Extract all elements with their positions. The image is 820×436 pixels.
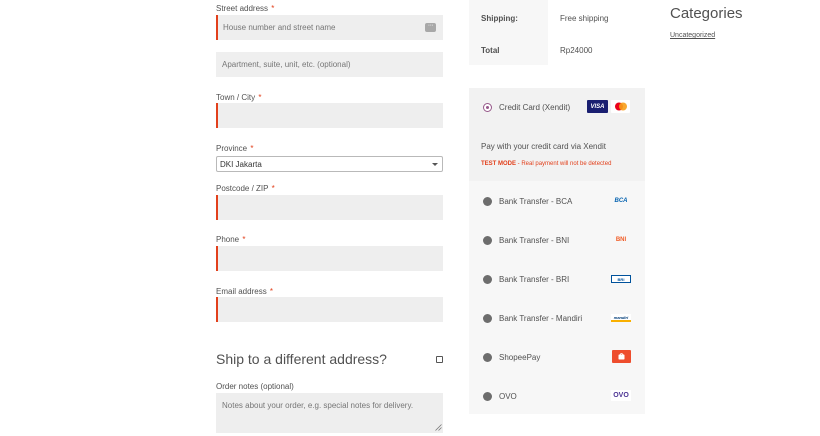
required-mark: * <box>269 287 274 296</box>
ship-different-checkbox[interactable] <box>436 356 443 363</box>
province-label: Province * <box>216 144 254 153</box>
shopeepay-radio[interactable] <box>483 353 492 362</box>
categories-heading: Categories <box>670 5 743 22</box>
bri-label: Bank Transfer - BRI <box>499 275 570 284</box>
ovo-logo-icon: OVO <box>611 390 631 401</box>
bni-logo-icon: BNI <box>615 237 627 243</box>
credit-card-radio[interactable] <box>483 103 492 112</box>
credit-card-label: Credit Card (Xendit) <box>499 103 571 112</box>
total-label: Total <box>481 46 500 55</box>
email-label: Email address * <box>216 287 274 296</box>
mastercard-logo-icon <box>611 100 630 113</box>
credit-card-description: Pay with your credit card via Xendit <box>481 142 606 151</box>
payment-method-bca[interactable]: Bank Transfer - BCA BCA <box>469 182 645 221</box>
city-label: Town / City * <box>216 93 262 102</box>
payment-method-mandiri[interactable]: Bank Transfer - Mandiri mandiri <box>469 299 645 338</box>
test-mode-notice: TEST MODE - Real payment will not be det… <box>481 161 612 167</box>
bca-logo-icon: BCA <box>614 198 628 204</box>
postcode-label: Postcode / ZIP * <box>216 184 275 193</box>
bni-label: Bank Transfer - BNI <box>499 236 570 245</box>
province-selected-value: DKI Jakarta <box>220 160 262 169</box>
province-select[interactable]: DKI Jakarta <box>216 156 443 172</box>
total-value: Rp24000 <box>560 46 593 55</box>
bca-radio[interactable] <box>483 197 492 206</box>
payment-method-bni[interactable]: Bank Transfer - BNI BNI <box>469 221 645 260</box>
phone-label: Phone * <box>216 235 246 244</box>
mandiri-label: Bank Transfer - Mandiri <box>499 314 583 323</box>
city-input[interactable] <box>216 103 443 128</box>
required-mark: * <box>258 93 262 102</box>
visa-logo-icon: VISA <box>587 100 608 113</box>
payment-methods: Credit Card (Xendit) VISA Pay with your … <box>469 88 645 414</box>
resize-grip-icon[interactable] <box>435 424 442 431</box>
street-address-label: Street address * <box>216 4 275 13</box>
shipping-label: Shipping: <box>481 14 518 23</box>
category-link-uncategorized[interactable]: Uncategorized <box>670 32 715 39</box>
shopeepay-label: ShopeePay <box>499 353 541 362</box>
bri-radio[interactable] <box>483 275 492 284</box>
mandiri-radio[interactable] <box>483 314 492 323</box>
bni-radio[interactable] <box>483 236 492 245</box>
order-notes-label: Order notes (optional) <box>216 382 294 391</box>
chevron-down-icon <box>432 163 438 166</box>
shopeepay-logo-icon <box>612 350 631 363</box>
shipping-value: Free shipping <box>560 14 609 23</box>
ship-different-heading: Ship to a different address? <box>216 351 387 367</box>
postcode-input[interactable] <box>216 195 443 220</box>
payment-method-credit-card[interactable]: Credit Card (Xendit) VISA Pay with your … <box>469 88 645 181</box>
payment-method-shopeepay[interactable]: ShopeePay <box>469 338 645 377</box>
order-notes-textarea[interactable] <box>216 393 443 433</box>
apartment-input[interactable] <box>216 52 443 77</box>
required-mark: * <box>271 4 275 13</box>
payment-method-bri[interactable]: Bank Transfer - BRI BRI <box>469 260 645 299</box>
required-mark: * <box>271 184 275 193</box>
bri-logo-icon: BRI <box>611 275 631 283</box>
autofill-key-icon[interactable]: ··· <box>425 22 436 32</box>
mandiri-logo-icon: mandiri <box>611 314 631 322</box>
order-totals-panel <box>469 0 548 65</box>
payment-method-ovo[interactable]: OVO OVO <box>469 377 645 416</box>
phone-input[interactable] <box>216 246 443 271</box>
ovo-radio[interactable] <box>483 392 492 401</box>
ovo-label: OVO <box>499 392 517 401</box>
required-mark: * <box>250 144 254 153</box>
required-mark: * <box>242 235 246 244</box>
email-input[interactable] <box>216 297 443 322</box>
bca-label: Bank Transfer - BCA <box>499 197 573 206</box>
street-address-input[interactable] <box>216 15 443 40</box>
